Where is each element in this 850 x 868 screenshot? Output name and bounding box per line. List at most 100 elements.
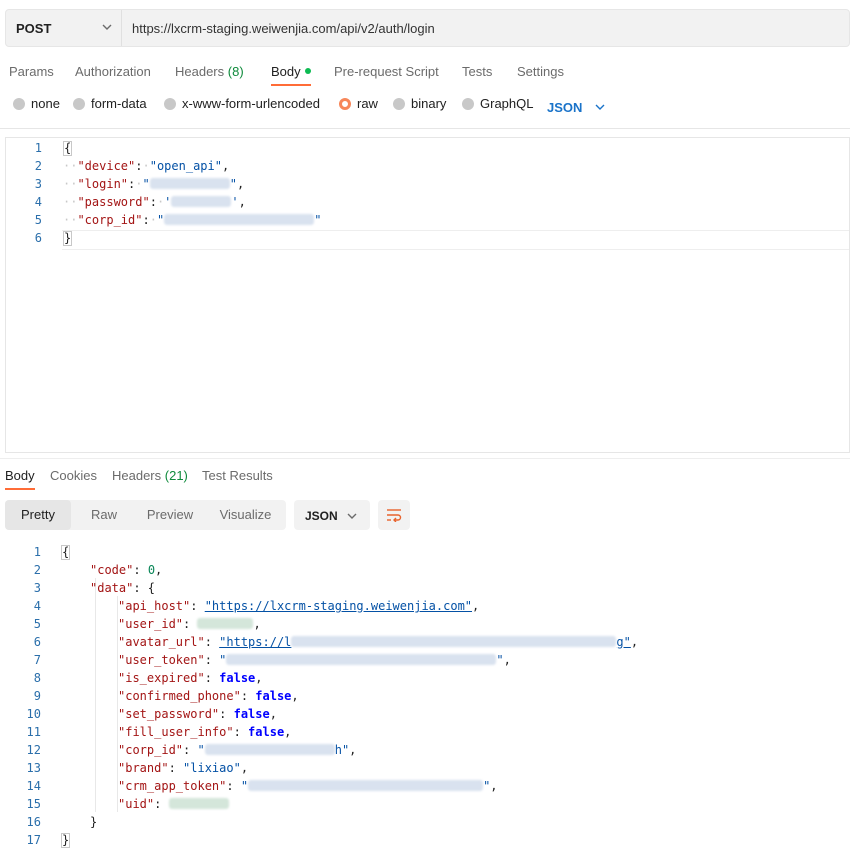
line-number: 3 <box>33 581 41 595</box>
radio-circle-icon <box>164 98 176 110</box>
code-line: ··"corp_id":·" " <box>63 213 322 227</box>
radio-graphql[interactable]: GraphQL <box>462 96 533 111</box>
tab-tests[interactable]: Tests <box>462 64 492 79</box>
line-number: 11 <box>26 725 41 739</box>
tab-label: Params <box>9 64 54 79</box>
line-number: 5 <box>34 213 42 227</box>
response-body-viewer: 1 2 3 4 5 6 7 8 9 10 11 12 13 14 15 16 1… <box>0 542 850 868</box>
open-brace: { <box>61 545 71 560</box>
request-url-bar: POST https://lxcrm-staging.weiwenjia.com… <box>5 9 850 47</box>
tab-test-results[interactable]: Test Results <box>202 468 273 483</box>
body-format-dropdown[interactable]: JSON <box>547 100 606 115</box>
line-number: 1 <box>33 545 41 559</box>
code-line: "is_expired": false, <box>118 671 263 685</box>
chevron-down-icon <box>347 513 357 519</box>
tab-label: Cookies <box>50 468 97 483</box>
body-type-selector: none form-data x-www-form-urlencoded raw… <box>0 96 850 120</box>
tab-label: Pre-request Script <box>334 64 439 79</box>
tab-response-headers[interactable]: Headers (21) <box>112 468 188 483</box>
code-line: ··"password":·' ', <box>63 195 246 209</box>
json-key: "device" <box>77 159 136 173</box>
wrap-lines-icon <box>387 509 402 522</box>
json-key: "corp_id" <box>77 213 143 227</box>
code-line: "user_id": , <box>118 617 261 631</box>
tab-label: Headers <box>175 64 225 79</box>
code-line: "set_password": false, <box>118 707 277 721</box>
line-number: 3 <box>34 177 42 191</box>
redacted-value <box>248 780 484 791</box>
line-number: 1 <box>34 141 42 155</box>
active-tab-indicator <box>271 84 311 86</box>
redacted-value <box>226 654 497 665</box>
radio-label: form-data <box>91 96 147 111</box>
method-select[interactable]: POST <box>6 10 122 46</box>
code-line: "brand": "lixiao", <box>118 761 249 775</box>
line-number: 17 <box>26 833 41 847</box>
radio-form-data[interactable]: form-data <box>73 96 147 111</box>
divider <box>0 128 850 129</box>
code-line: "confirmed_phone": false, <box>118 689 299 703</box>
code-line: "corp_id": " h", <box>118 743 357 757</box>
modified-dot-icon <box>304 68 311 74</box>
visualize-button[interactable]: Visualize <box>205 500 286 530</box>
redacted-value <box>291 636 617 647</box>
tab-response-body[interactable]: Body <box>5 468 35 483</box>
radio-circle-icon <box>73 98 85 110</box>
close-brace: } <box>63 231 73 246</box>
api-host-link[interactable]: "https://lxcrm-staging.weiwenjia.com" <box>205 599 472 613</box>
tab-pre-request-script[interactable]: Pre-request Script <box>334 64 439 79</box>
tab-cookies[interactable]: Cookies <box>50 468 97 483</box>
json-value: "open_api" <box>149 159 222 173</box>
redacted-value <box>171 196 232 207</box>
radio-x-www-form-urlencoded[interactable]: x-www-form-urlencoded <box>164 96 320 111</box>
radio-selected-icon <box>339 98 351 110</box>
line-number: 2 <box>33 563 41 577</box>
line-number: 4 <box>34 195 42 209</box>
code-line: "uid": <box>118 797 229 811</box>
tab-authorization[interactable]: Authorization <box>75 64 151 79</box>
body-format-label: JSON <box>547 100 583 115</box>
redacted-value <box>204 744 335 755</box>
line-number: 15 <box>26 797 41 811</box>
line-number: 4 <box>33 599 41 613</box>
radio-circle-icon <box>462 98 474 110</box>
radio-binary[interactable]: binary <box>393 96 446 111</box>
line-number: 10 <box>26 707 41 721</box>
raw-button[interactable]: Raw <box>71 500 137 530</box>
line-number: 2 <box>34 159 42 173</box>
pretty-button[interactable]: Pretty <box>5 500 71 530</box>
close-brace: } <box>61 833 71 848</box>
radio-label: raw <box>357 96 378 111</box>
line-number: 8 <box>33 671 41 685</box>
code-line: "data": { <box>90 581 156 595</box>
code-line: "api_host": "https://lxcrm-staging.weiwe… <box>118 599 480 613</box>
tab-body[interactable]: Body <box>271 64 311 79</box>
url-input[interactable]: https://lxcrm-staging.weiwenjia.com/api/… <box>132 21 435 36</box>
current-line-highlight <box>62 230 849 250</box>
avatar-url-link[interactable]: "https://l <box>219 635 291 649</box>
indent-guide <box>95 578 96 812</box>
radio-none[interactable]: none <box>13 96 60 111</box>
line-number: 13 <box>26 761 41 775</box>
response-format-dropdown[interactable]: JSON <box>294 500 370 530</box>
tab-label: Authorization <box>75 64 151 79</box>
radio-label: x-www-form-urlencoded <box>182 96 320 111</box>
wrap-lines-button[interactable] <box>378 500 410 530</box>
tab-headers[interactable]: Headers (8) <box>175 64 244 79</box>
active-tab-indicator <box>5 488 35 490</box>
tab-label: Test Results <box>202 468 273 483</box>
divider <box>0 458 850 459</box>
preview-button[interactable]: Preview <box>137 500 203 530</box>
radio-circle-icon <box>13 98 25 110</box>
request-tabs: Params Authorization Headers (8) Body Pr… <box>0 64 850 88</box>
tab-settings[interactable]: Settings <box>517 64 564 79</box>
line-number: 7 <box>33 653 41 667</box>
json-value: " <box>142 177 150 191</box>
request-body-editor[interactable]: 1 2 3 4 5 6 { ··"device":·"open_api", ··… <box>5 137 850 453</box>
radio-label: binary <box>411 96 447 111</box>
tab-params[interactable]: Params <box>9 64 54 79</box>
open-brace: { <box>63 141 73 156</box>
tab-label: Tests <box>462 64 493 79</box>
radio-raw[interactable]: raw <box>339 96 378 111</box>
radio-label: none <box>31 96 60 111</box>
